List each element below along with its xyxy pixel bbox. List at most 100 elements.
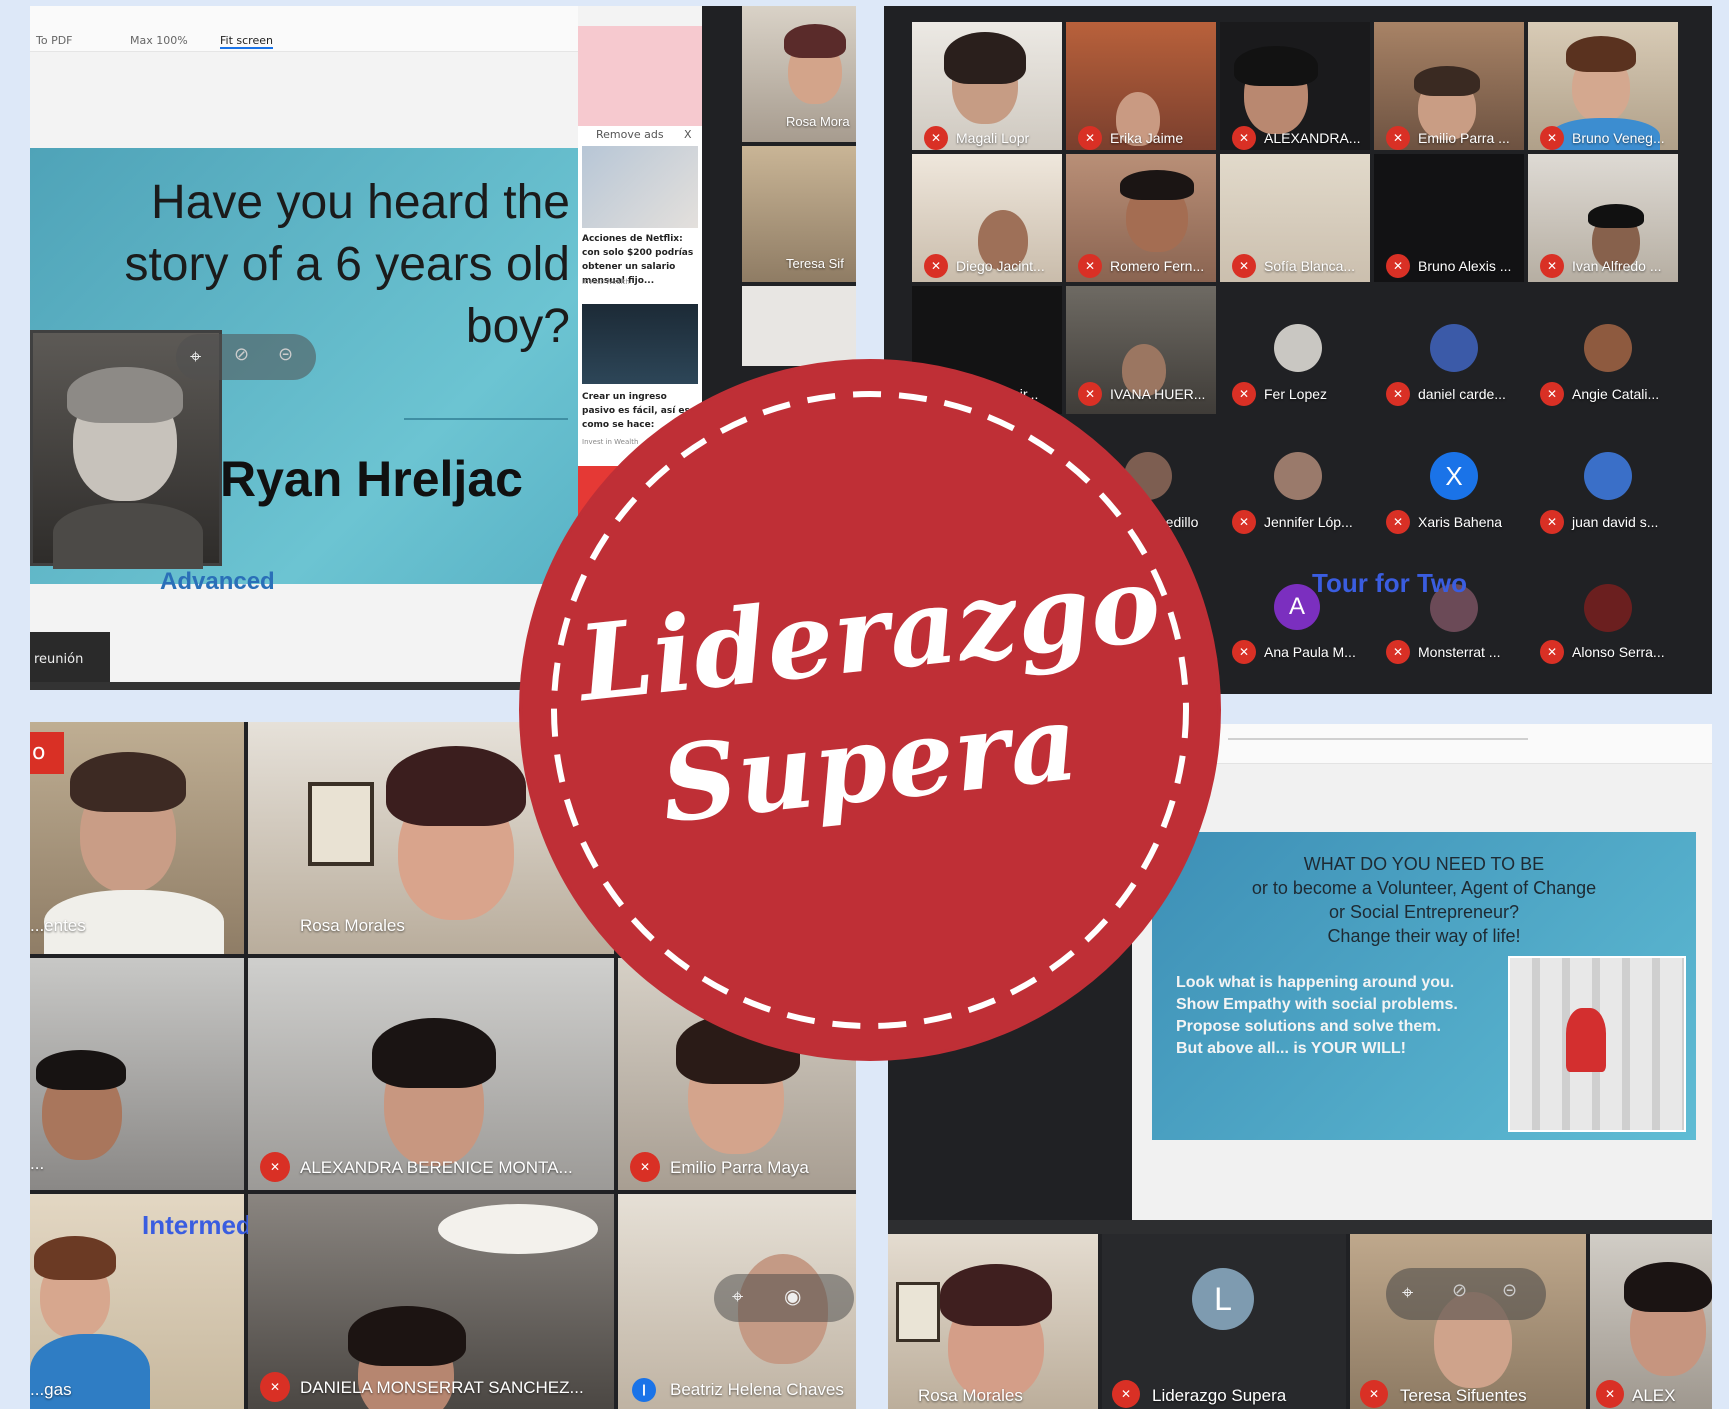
participant-tile[interactable]: Teresa Sif <box>742 146 856 282</box>
max-zoom-button[interactable]: Max 100% <box>130 34 188 47</box>
participant-name: Romero Fern... <box>1110 258 1205 274</box>
wall-art <box>896 1282 940 1342</box>
avatar <box>1584 324 1632 372</box>
mic-off-icon: ✕ <box>1596 1380 1624 1408</box>
wall-art <box>308 782 374 866</box>
mic-off-icon: ✕ <box>1386 126 1410 150</box>
overlay-label: Tour for Two <box>1312 568 1467 598</box>
participant-tile[interactable]: ⌖ ◉ ❙ Beatriz Helena Chaves <box>618 1194 856 1409</box>
avatar <box>1274 452 1322 500</box>
tile-hover-controls: ⌖ ◉ <box>714 1274 854 1322</box>
participant-tile[interactable]: ... <box>30 958 244 1190</box>
bullet-item: But above all... is YOUR WILL! <box>1176 1040 1406 1057</box>
mic-off-icon: ✕ <box>1386 640 1410 664</box>
participant-name: ALEX <box>1632 1386 1676 1405</box>
participant-name: Sofía Blanca... <box>1264 258 1356 274</box>
participant-name: Alonso Serra... <box>1572 644 1665 660</box>
mic-off-icon: ✕ <box>1232 126 1256 150</box>
mic-off-icon: ✕ <box>1540 254 1564 278</box>
participant-name: Angie Catali... <box>1572 386 1660 402</box>
close-ad-icon[interactable]: X <box>684 128 692 141</box>
level-label: Advanced <box>160 568 275 595</box>
participant-tile[interactable]: ⌖ ⊘ ⊝ ✕ Teresa Sifuentes <box>1350 1234 1586 1409</box>
ad-source: Invest Wealth <box>582 278 630 286</box>
avatar <box>1430 324 1478 372</box>
bullet-item: Look what is happening around you. <box>1176 974 1455 991</box>
pin-icon[interactable]: ⌖ <box>190 344 201 368</box>
meeting-button[interactable]: reunión <box>30 632 110 682</box>
bullet-item: Propose solutions and solve them. <box>1176 1018 1441 1035</box>
remove-icon[interactable]: ⊝ <box>278 344 293 365</box>
mic-off-icon: ✕ <box>260 1152 290 1182</box>
avatar-letter: X <box>1430 452 1478 500</box>
participant-name: ...entes <box>30 916 86 935</box>
mic-off-icon: ✕ <box>1232 254 1256 278</box>
remove-icon[interactable]: ⊝ <box>1502 1280 1517 1301</box>
participant-tile[interactable]: ✕ DANIELA MONSERRAT SANCHEZ... <box>248 1194 614 1409</box>
pin-icon[interactable]: ⌖ <box>732 1284 743 1308</box>
mic-off-icon: ✕ <box>1232 382 1256 406</box>
participant-name: Xaris Bahena <box>1418 514 1503 530</box>
participant-tile[interactable]: Rosa Morales <box>888 1234 1098 1409</box>
slide-hover-controls: ⌖ ⊘ ⊝ <box>176 334 316 380</box>
participant-name: daniel carde... <box>1418 386 1506 402</box>
participant-tile[interactable]: ✕ ALEX <box>1590 1234 1712 1409</box>
mic-off-icon: ✕ <box>1540 640 1564 664</box>
slide-title: WHAT DO YOU NEED TO BE or to become a Vo… <box>1251 854 1597 946</box>
mic-off-icon: ✕ <box>1078 126 1102 150</box>
participant-name: Teresa Sif <box>786 256 844 271</box>
participant-name: DANIELA MONSERRAT SANCHEZ... <box>300 1378 584 1397</box>
participant-name: Rosa Morales <box>300 916 405 935</box>
bullet-list: Look what is happening around you. Show … <box>1176 972 1476 1060</box>
mic-off-icon: ✕ <box>1386 510 1410 534</box>
mic-off-icon: ✕ <box>1360 1380 1388 1408</box>
mic-off-icon: ✕ <box>1232 640 1256 664</box>
mic-off-icon: ✕ <box>1540 126 1564 150</box>
participant-name: Ivan Alfredo ... <box>1572 258 1662 274</box>
mic-off-icon: ✕ <box>1078 254 1102 278</box>
mic-off-icon: ✕ <box>260 1372 290 1402</box>
participant-name: ALEXANDRA BERENICE MONTA... <box>300 1158 573 1177</box>
participant-name: Jennifer Lóp... <box>1264 514 1353 530</box>
participant-name: Rosa Mora <box>786 114 850 129</box>
pin-icon[interactable]: ⌖ <box>1402 1280 1413 1304</box>
mic-off-icon: ✕ <box>1112 1380 1140 1408</box>
participant-tile[interactable]: L ✕ Liderazgo Supera <box>1102 1234 1346 1409</box>
participant-name: Magali Lopr <box>956 130 1030 146</box>
slide-name: Ryan Hreljac <box>220 451 523 507</box>
participant-name: ALEXANDRA... <box>1264 130 1361 146</box>
participant-name: Beatriz Helena Chaves <box>670 1380 844 1399</box>
mic-off-icon: ✕ <box>924 254 948 278</box>
participant-name: juan david s... <box>1572 514 1659 530</box>
mute-icon[interactable]: ⊘ <box>234 344 249 365</box>
participant-name: Bruno Alexis ... <box>1418 258 1512 274</box>
microphone-icon[interactable]: ◉ <box>784 1284 801 1308</box>
presentation-slide: WHAT DO YOU NEED TO BE or to become a Vo… <box>1152 832 1696 1140</box>
participant-name: Erika Jaime <box>1110 130 1184 146</box>
crowd-illustration <box>1508 956 1686 1132</box>
mic-off-icon: ✕ <box>1386 382 1410 406</box>
participant-tile[interactable]: Rosa Mora <box>742 6 856 142</box>
mic-off-icon: ✕ <box>924 126 948 150</box>
participant-name: Emilio Parra ... <box>1418 130 1510 146</box>
avatar <box>1584 452 1632 500</box>
participant-tile[interactable] <box>742 286 856 366</box>
to-pdf-button[interactable]: To PDF <box>36 34 73 47</box>
participant-name: Ana Paula M... <box>1264 644 1356 660</box>
viewer-toolbar: To PDF Max 100% Fit screen <box>30 6 578 52</box>
participant-name: Emilio Parra Maya <box>670 1158 809 1177</box>
presentation-slide: Have you heard the story of a 6 years ol… <box>30 148 578 584</box>
participant-name: ... <box>30 1154 45 1173</box>
mic-off-icon: ✕ <box>630 1152 660 1182</box>
mute-icon[interactable]: ⊘ <box>1452 1280 1467 1301</box>
participant-name: ...gas <box>30 1380 72 1399</box>
mic-off-icon: ✕ <box>1540 510 1564 534</box>
tile-hover-controls: ⌖ ⊘ ⊝ <box>1386 1268 1546 1320</box>
fit-screen-button[interactable]: Fit screen <box>220 34 273 49</box>
corner-tag: o <box>30 732 64 774</box>
participant-name: Monsterrat ... <box>1418 644 1501 660</box>
participant-name: Teresa Sifuentes <box>1400 1386 1527 1405</box>
participant-name: Diego Jacint... <box>956 258 1045 274</box>
ad-image[interactable] <box>582 146 698 228</box>
remove-ads-link[interactable]: Remove ads <box>596 128 664 141</box>
